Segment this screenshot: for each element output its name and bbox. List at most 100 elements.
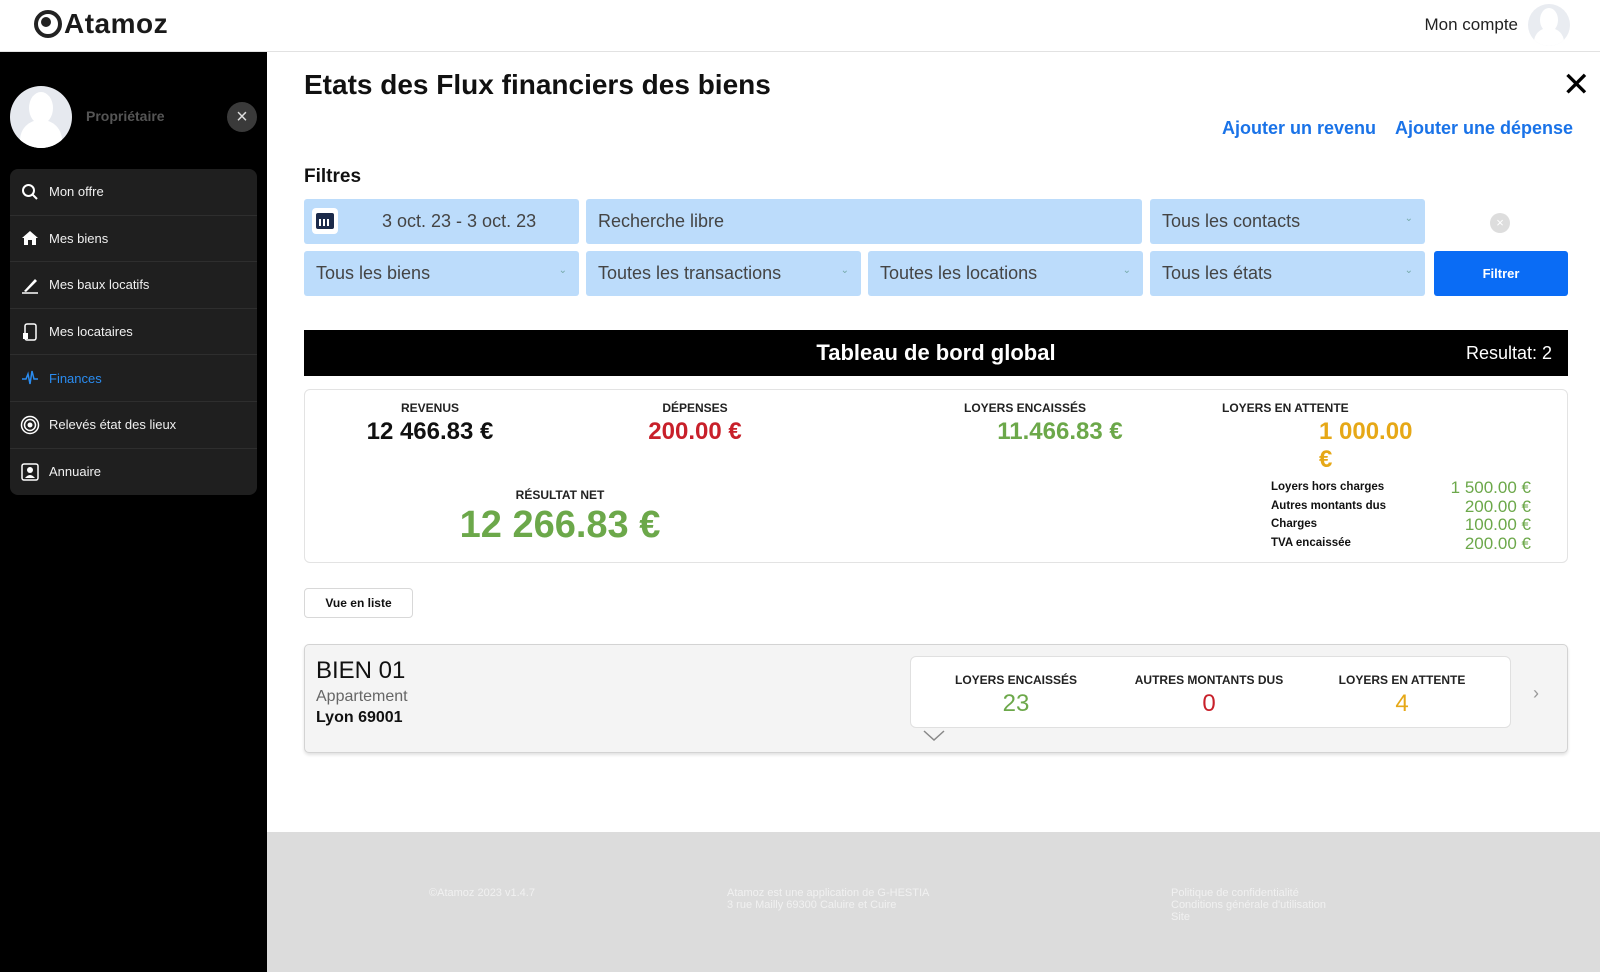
dashboard-header: Tableau de bord global Resultat: 2	[304, 330, 1568, 376]
tenant-icon	[20, 322, 40, 342]
contacts-select-value: Tous les contacts	[1162, 211, 1301, 231]
breakdown-value: 200.00 €	[1464, 496, 1531, 516]
sidebar-item-mon-offre[interactable]: Mon offre	[10, 169, 257, 216]
date-range-picker[interactable]: 3 oct. 23 - 3 oct. 23	[304, 199, 579, 244]
stat-value: 1 000.00 €	[1319, 418, 1413, 473]
sidebar-item-label: Finances	[49, 370, 102, 386]
terms-link[interactable]: Conditions générale d'utilisation	[1171, 899, 1326, 911]
property-name: BIEN 01	[316, 657, 406, 684]
pulse-icon	[20, 368, 40, 388]
close-icon: ×	[1496, 215, 1504, 230]
footer: ©Atamoz 2023 v1.4.7 Atamoz est une appli…	[267, 832, 1600, 972]
breakdown-row: Autres montants dus 200.00 €	[1271, 497, 1531, 516]
breakdown-label: Autres montants dus	[1271, 499, 1387, 512]
stat-loyers-encaisses: LOYERS ENCAISSÉS 11.466.83 €	[925, 401, 1125, 446]
expand-chevron-icon[interactable]	[923, 729, 945, 745]
main-content: Etats des Flux financiers des biens ✕ Aj…	[267, 52, 1600, 832]
breakdown-value: 200.00 €	[1464, 533, 1531, 553]
sidebar-item-label: Mes baux locatifs	[49, 277, 150, 293]
close-icon: ✕	[1562, 66, 1591, 104]
account-avatar[interactable]	[1528, 4, 1570, 46]
profile-block: Propriétaire ×	[10, 86, 257, 150]
account-label[interactable]: Mon compte	[1424, 15, 1518, 35]
close-sidebar-button[interactable]: ×	[227, 102, 257, 132]
sidebar-item-mes-baux[interactable]: Mes baux locatifs	[10, 262, 257, 309]
stat-value: 0	[1202, 690, 1216, 717]
rentals-select[interactable]: Toutes les locations ⌄	[868, 251, 1143, 296]
sidebar-item-releves[interactable]: Relevés état des lieux	[10, 402, 257, 449]
sidebar-item-label: Mes locataires	[49, 324, 133, 340]
add-expense-link[interactable]: Ajouter une dépense	[1395, 118, 1573, 139]
sidebar-item-label: Mes biens	[49, 230, 109, 246]
clear-filters-button[interactable]: ×	[1490, 213, 1510, 233]
rent-breakdown: Loyers hors charges 1 500.00 € Autres mo…	[1271, 478, 1531, 553]
privacy-link[interactable]: Politique de confidentialité	[1171, 887, 1326, 899]
chevron-right-icon[interactable]: ›	[1533, 683, 1539, 704]
summary-panel: REVENUS 12 466.83 € DÉPENSES 200.00 € LO…	[304, 389, 1568, 563]
search-input[interactable]: Recherche libre	[586, 199, 1142, 244]
property-city: Lyon 69001	[316, 709, 403, 726]
calendar-icon	[312, 208, 338, 234]
footer-links: Politique de confidentialité Conditions …	[1171, 887, 1326, 923]
search-icon	[20, 182, 40, 202]
stat-label: AUTRES MONTANTS DUS	[1134, 673, 1284, 687]
sidebar-item-mes-biens[interactable]: Mes biens	[10, 216, 257, 263]
properties-select[interactable]: Tous les biens ⌄	[304, 251, 579, 296]
states-select[interactable]: Tous les états ⌄	[1150, 251, 1425, 296]
sidebar-item-label: Mon offre	[49, 184, 104, 200]
sidebar-item-annuaire[interactable]: Annuaire	[10, 449, 257, 496]
account-menu[interactable]: Mon compte	[1424, 4, 1570, 46]
list-view-button[interactable]: Vue en liste	[304, 588, 413, 618]
sidebar-menu: Mon offre Mes biens Mes baux locatifs Me…	[10, 169, 257, 496]
search-placeholder: Recherche libre	[598, 211, 725, 231]
stat-label: REVENUS	[400, 401, 459, 415]
stat-depenses: DÉPENSES 200.00 €	[610, 401, 780, 446]
breakdown-label: Loyers hors charges	[1271, 481, 1385, 493]
stat-value: 12 266.83 €	[459, 504, 661, 546]
chevron-down-icon: ⌄	[1404, 265, 1413, 276]
breakdown-label: TVA encaissée	[1271, 536, 1351, 549]
stat-value: 23	[1002, 690, 1030, 717]
pen-icon	[20, 275, 40, 295]
filters-heading: Filtres	[304, 166, 362, 187]
app-logo[interactable]: Atamoz	[34, 8, 168, 40]
stat-revenus: REVENUS 12 466.83 €	[345, 401, 515, 446]
profile-avatar	[10, 86, 72, 148]
chevron-down-icon: ⌄	[558, 265, 567, 276]
breakdown-value: 1 500.00 €	[1450, 478, 1531, 497]
transactions-select[interactable]: Toutes les transactions ⌄	[586, 251, 861, 296]
add-income-link[interactable]: Ajouter un revenu	[1222, 118, 1376, 139]
profile-role: Propriétaire	[86, 108, 165, 124]
footer-company: Atamoz est une application de G-HESTIA 3…	[727, 887, 929, 911]
breakdown-row: Charges 100.00 €	[1271, 515, 1531, 534]
stat-label: DÉPENSES	[662, 401, 728, 415]
sidebar-item-label: Relevés état des lieux	[49, 417, 177, 433]
close-page-button[interactable]: ✕	[1562, 68, 1591, 102]
transactions-select-value: Toutes les transactions	[598, 263, 782, 283]
dashboard-title: Tableau de bord global	[816, 340, 1056, 365]
breakdown-value: 100.00 €	[1464, 515, 1531, 535]
chevron-down-icon: ⌄	[1122, 265, 1131, 276]
chevron-down-icon: ⌄	[1404, 213, 1413, 224]
result-count: Resultat: 2	[1465, 343, 1552, 363]
properties-select-value: Tous les biens	[316, 263, 431, 283]
page-title: Etats des Flux financiers des biens	[304, 69, 771, 100]
logo-text: Atamoz	[64, 8, 169, 39]
property-card[interactable]: BIEN 01 Appartement Lyon 69001 LOYERS EN…	[304, 644, 1568, 753]
stat-value: 12 466.83 €	[366, 418, 494, 445]
close-icon: ×	[236, 106, 248, 128]
filter-button[interactable]: Filtrer	[1434, 251, 1568, 296]
property-stats: LOYERS ENCAISSÉS 23 AUTRES MONTANTS DUS …	[910, 656, 1511, 728]
property-stat-autres: AUTRES MONTANTS DUS 0	[1114, 673, 1304, 718]
sidebar-item-mes-locataires[interactable]: Mes locataires	[10, 309, 257, 356]
footer-copyright: ©Atamoz 2023 v1.4.7	[429, 887, 535, 899]
contacts-select[interactable]: Tous les contacts ⌄	[1150, 199, 1425, 244]
sidebar-item-finances[interactable]: Finances	[10, 355, 257, 402]
site-link[interactable]: Site	[1171, 911, 1326, 923]
chevron-down-icon: ⌄	[840, 265, 849, 276]
breakdown-row: TVA encaissée 200.00 €	[1271, 534, 1531, 553]
date-range-value: 3 oct. 23 - 3 oct. 23	[382, 211, 537, 231]
stat-label: LOYERS ENCAISSÉS	[963, 401, 1087, 415]
property-stat-attente: LOYERS EN ATTENTE 4	[1307, 673, 1497, 718]
stat-label: LOYERS EN ATTENTE	[1338, 673, 1466, 687]
